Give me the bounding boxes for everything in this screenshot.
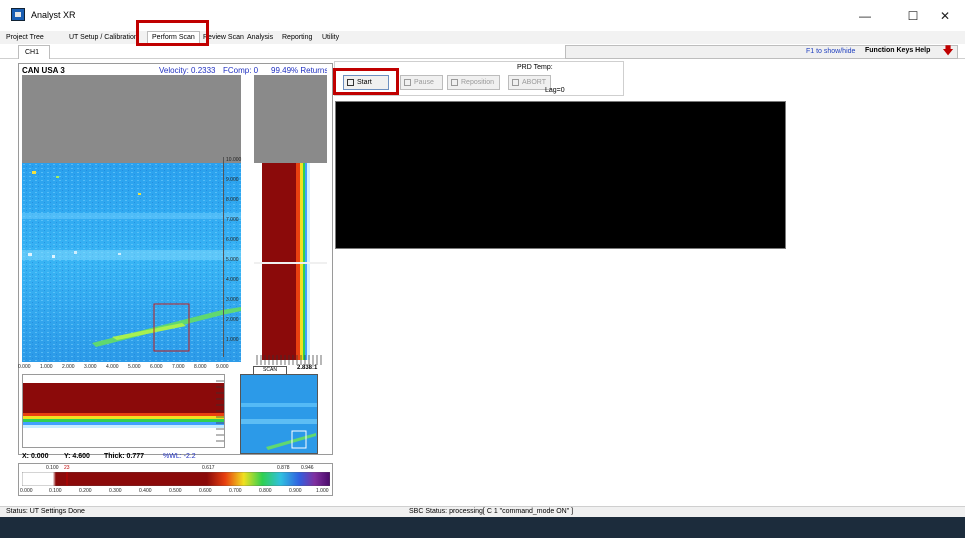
tab-ut-setup[interactable]: UT Setup / Calibration (65, 31, 142, 44)
x-tick: 2.000 (62, 364, 75, 370)
colorbar-tick: 1.000 (316, 488, 329, 494)
x-tick: 6.000 (150, 364, 163, 370)
scan-ratio: 2.838:1 (297, 365, 318, 371)
depth-tick: 3.000 (226, 297, 239, 303)
c-scan-image[interactable] (22, 75, 241, 362)
colorbar-label-878: 0.878 (277, 465, 290, 471)
window-title: Analyst XR (31, 10, 76, 20)
x-axis: 0.000 1.000 2.000 3.000 4.000 5.000 6.00… (18, 364, 229, 372)
highlight-perform-scan (136, 20, 209, 46)
reposition-label: Reposition (461, 79, 495, 86)
depth-tick: 8.000 (226, 197, 239, 203)
abort-label: ABORT (522, 79, 546, 86)
tab-analysis[interactable]: Analysis (243, 31, 277, 44)
fcomp-readout: FComp: 0 (223, 66, 259, 75)
depth-tick: 6.000 (226, 237, 239, 243)
colorbar-tick: 0.800 (259, 488, 272, 494)
depth-tick: 2.000 (226, 317, 239, 323)
depth-tick: 5.000 (226, 257, 239, 263)
depth-scale: 10.000 9.000 8.000 7.000 6.000 5.000 4.0… (223, 157, 258, 357)
x-tick: 7.000 (172, 364, 185, 370)
velocity-readout: Velocity: 0.2333 (159, 66, 216, 75)
pause-icon (404, 79, 411, 86)
app-logo-icon (11, 8, 25, 21)
colorbar-tick: 0.600 (199, 488, 212, 494)
pause-button[interactable]: Pause (400, 75, 443, 90)
lag-readout: Lag=0 (545, 87, 565, 94)
depth-tick: 9.000 (226, 177, 239, 183)
close-button[interactable]: ✕ (925, 0, 965, 31)
reposition-icon (451, 79, 458, 86)
status-text: Status: UT Settings Done (6, 508, 85, 515)
a-scan-display[interactable] (335, 101, 786, 249)
wl-readout: %WL: -2.2 (163, 453, 196, 460)
taskbar (0, 517, 965, 538)
reposition-button[interactable]: Reposition (447, 75, 500, 90)
tab-reporting[interactable]: Reporting (278, 31, 316, 44)
colorbar-label-946: 0.946 (301, 465, 314, 471)
bottom-b-scan[interactable] (22, 374, 225, 448)
colorbar-tick: 0.700 (229, 488, 242, 494)
x-tick: 5.000 (128, 364, 141, 370)
x-tick: 3.000 (84, 364, 97, 370)
scan-thumbnail[interactable] (240, 374, 318, 454)
y-readout: Y: 4.600 (64, 453, 90, 460)
colorbar-tick: 0.300 (109, 488, 122, 494)
depth-tick: 10.000 (226, 157, 242, 163)
colorbar-marker-label: 23 (64, 465, 70, 471)
function-keys-help[interactable]: Function Keys Help (865, 47, 930, 54)
f1-hint[interactable]: F1 to show/hide (806, 48, 855, 55)
depth-tick: 1.000 (226, 337, 239, 343)
tab-project-tree[interactable]: Project Tree (2, 31, 48, 44)
colorbar-tick: 0.000 (20, 488, 33, 494)
tab-utility[interactable]: Utility (318, 31, 343, 44)
x-readout: X: 0.000 (22, 453, 49, 460)
x-tick: 8.000 (194, 364, 207, 370)
depth-tick: 7.000 (226, 217, 239, 223)
colorbar-min-label: 0.100 (46, 465, 59, 471)
pause-label: Pause (414, 79, 434, 86)
colorbar-tick: 0.200 (79, 488, 92, 494)
x-tick: 9.000 (216, 364, 229, 370)
colorbar-axis: 0.000 0.100 0.200 0.300 0.400 0.500 0.60… (18, 488, 333, 495)
returns-readout: 99.49% Returns (271, 66, 327, 75)
x-tick: 1.000 (40, 364, 53, 370)
colorbar-tick: 0.100 (49, 488, 62, 494)
color-gradient-bar[interactable] (22, 472, 330, 486)
minimize-button[interactable]: — (845, 0, 885, 31)
colorbar-tick: 0.900 (289, 488, 302, 494)
side-b-scan[interactable] (254, 75, 327, 365)
depth-tick: 4.000 (226, 277, 239, 283)
x-tick: 4.000 (106, 364, 119, 370)
colorbar-tick: 0.500 (169, 488, 182, 494)
highlight-start (333, 68, 399, 95)
sbc-status-text: SBC Status: processing[ C 1 "command_mod… (409, 508, 574, 515)
colorbar-mid-label: 0.617 (202, 465, 215, 471)
scan-name: CAN USA 3 (22, 66, 65, 75)
prd-temp-label: PRD Temp: (517, 64, 553, 71)
stop-icon (512, 79, 519, 86)
x-tick: 0.000 (18, 364, 31, 370)
tab-ch1[interactable]: CH1 (18, 45, 50, 59)
arrow-down-icon[interactable]: 🡇 (941, 45, 955, 58)
colorbar-tick: 0.400 (139, 488, 152, 494)
thick-readout: Thick: 0.777 (104, 453, 145, 460)
